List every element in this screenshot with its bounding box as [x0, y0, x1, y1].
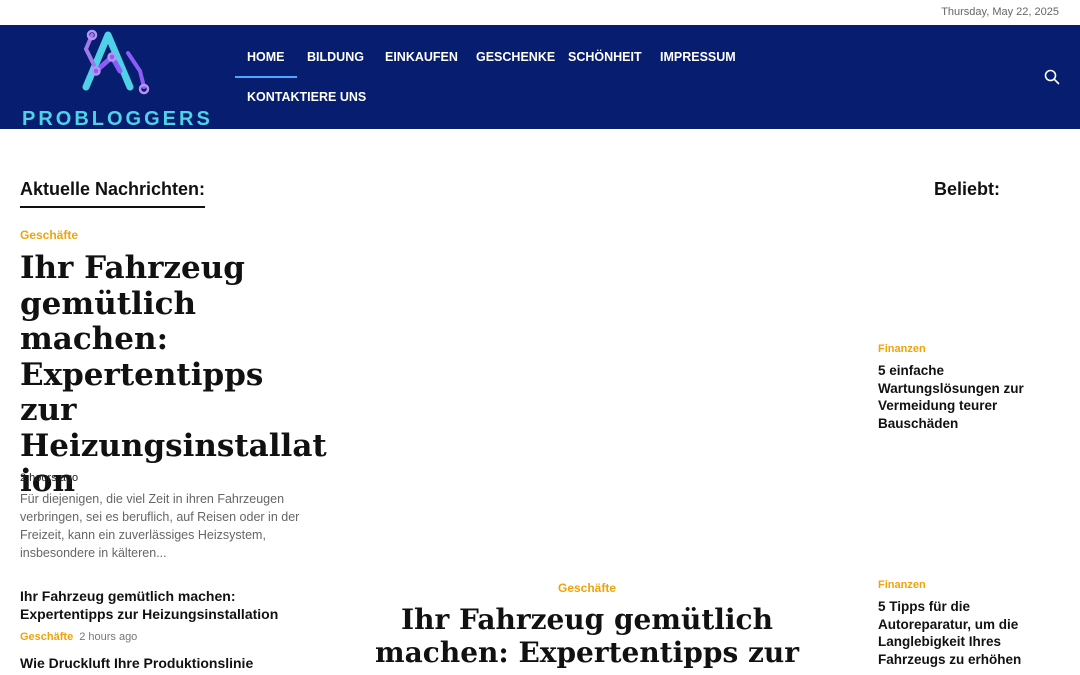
nav-item-schoenheit[interactable]: SCHÖNHEIT — [568, 50, 642, 64]
list-item-meta: Geschäfte 2 hours ago — [20, 631, 137, 643]
list-item-time: 2 hours ago — [79, 631, 138, 643]
featured-excerpt: Für diejenigen, die viel Zeit in ihren F… — [20, 492, 300, 560]
featured-category[interactable]: Geschäfte — [20, 228, 78, 242]
list-item-category[interactable]: Geschäfte — [20, 631, 73, 643]
logo-text: PROBLOGGERS — [22, 108, 213, 130]
logo-icon — [82, 29, 150, 95]
featured-time: 2 hours ago — [20, 472, 79, 484]
popular-item-category[interactable]: Finanzen — [878, 343, 926, 355]
site-header: PROBLOGGERS HOME BILDUNG EINKAUFEN GESCH… — [0, 25, 1080, 130]
nav-item-einkaufen[interactable]: EINKAUFEN — [385, 50, 458, 64]
current-date: Thursday, May 22, 2025 — [941, 6, 1059, 18]
popular-item-category[interactable]: Finanzen — [878, 579, 926, 591]
search-icon — [1044, 69, 1060, 85]
popular-heading: Beliebt: — [934, 179, 1001, 199]
top-bar: Thursday, May 22, 2025 — [0, 0, 1080, 25]
center-title[interactable]: Ihr Fahrzeug gemütlich machen: Expertent… — [340, 603, 834, 669]
nav-item-home[interactable]: HOME — [235, 50, 296, 78]
list-item-title[interactable]: Ihr Fahrzeug gemütlich machen: Expertent… — [20, 587, 310, 623]
nav-item-impressum[interactable]: IMPRESSUM — [660, 50, 736, 64]
nav-item-kontakt[interactable]: KONTAKTIERE UNS — [247, 90, 366, 104]
list-item-title[interactable]: Wie Druckluft Ihre Produktionslinie — [20, 654, 310, 672]
featured-title[interactable]: Ihr Fahrzeug gemütlich machen: Expertent… — [20, 250, 327, 500]
center-category[interactable]: Geschäfte — [357, 581, 817, 595]
popular-item-title[interactable]: 5 einfache Wartungslösungen zur Vermeidu… — [878, 362, 1058, 432]
nav-item-geschenke[interactable]: GESCHENKE — [476, 50, 555, 64]
site-logo[interactable]: PROBLOGGERS — [22, 27, 210, 130]
latest-news-heading: Aktuelle Nachrichten: — [20, 179, 206, 208]
popular-item-title[interactable]: 5 Tipps für die Autoreparatur, um die La… — [878, 598, 1058, 668]
search-button[interactable] — [1044, 69, 1060, 85]
nav-item-bildung[interactable]: BILDUNG — [307, 50, 364, 64]
